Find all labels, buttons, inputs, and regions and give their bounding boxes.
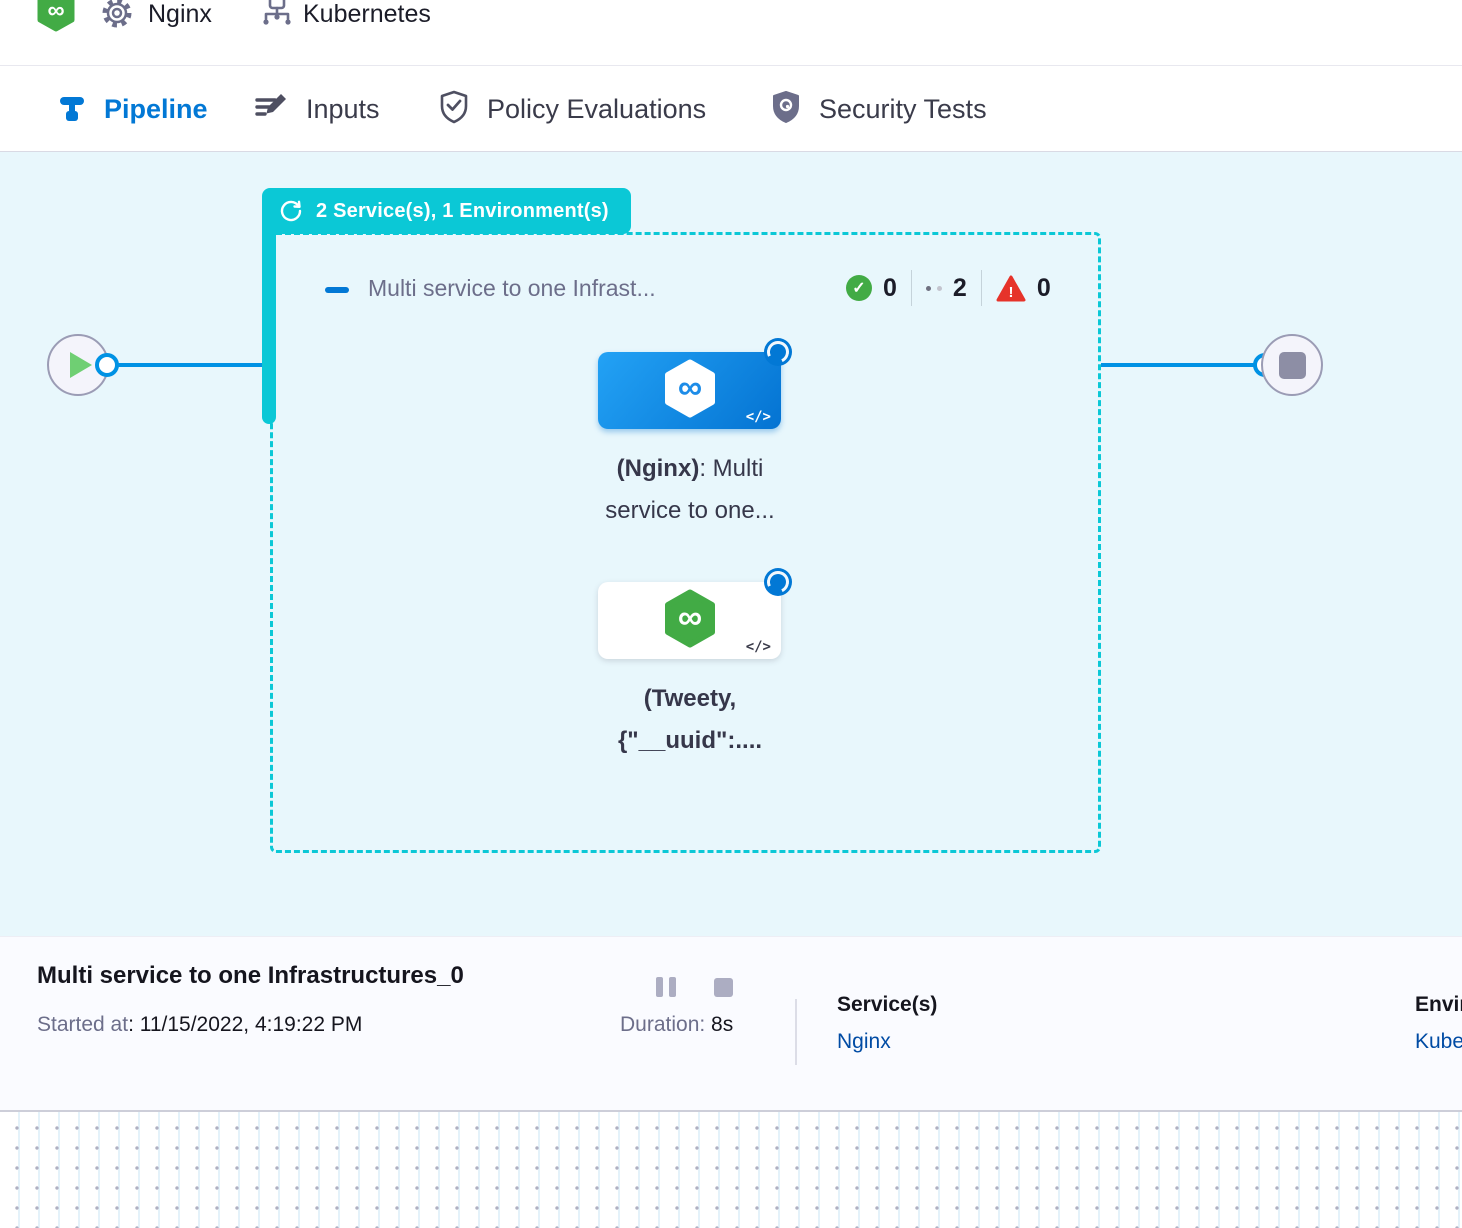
collapse-stage-icon[interactable] [325, 287, 349, 293]
stop-icon [1279, 352, 1306, 379]
duration-value: 8s [705, 1013, 733, 1036]
check-glyph: ✓ [852, 278, 865, 298]
abort-button[interactable] [714, 978, 733, 997]
running-spinner-badge [764, 568, 792, 596]
infinity-glyph: ∞ [677, 598, 701, 636]
edge-start-to-stage [107, 363, 270, 367]
dotted-grid-canvas [0, 1112, 1462, 1228]
breadcrumb: ∞ Nginx Kubernetes [0, 0, 1462, 66]
breadcrumb-environment-name[interactable]: Kubernetes [303, 0, 431, 34]
breadcrumb-service-name[interactable]: Nginx [148, 0, 212, 34]
pipeline-end-node [1261, 334, 1323, 396]
stage-group-badge-label: 2 Service(s), 1 Environment(s) [316, 200, 609, 223]
status-divider [911, 270, 912, 306]
pipeline-icon [57, 89, 87, 130]
node-name-rest: : Multi [699, 455, 763, 482]
node-name-bold: (Nginx) [617, 455, 700, 482]
pipeline-canvas[interactable]: 2 Service(s), 1 Environment(s) Multi ser… [0, 152, 1462, 936]
tab-policy-evaluations[interactable]: Policy Evaluations [438, 66, 706, 152]
services-label: Service(s) [837, 993, 937, 1017]
failed-status-icon: ! [996, 275, 1026, 302]
tab-inputs-label: Inputs [306, 94, 380, 125]
services-value-link[interactable]: Nginx [837, 1030, 937, 1054]
inputs-edit-icon [253, 90, 289, 129]
node-nginx-label: (Nginx): Multi service to one... [545, 448, 835, 532]
tab-pipeline[interactable]: Pipeline [57, 66, 208, 152]
started-at-line: Started at: 11/15/2022, 4:19:22 PM [37, 1013, 362, 1037]
running-status-icon [926, 286, 942, 291]
duration-line: Duration: 8s [620, 1013, 733, 1037]
tab-policy-evaluations-label: Policy Evaluations [487, 94, 706, 125]
duration-label: Duration: [620, 1013, 705, 1036]
tab-bar: Pipeline Inputs Policy Evaluations [0, 66, 1462, 152]
success-count: 0 [883, 274, 897, 303]
running-spinner-badge [764, 338, 792, 366]
edge-stage-to-end [1101, 363, 1264, 367]
footer-divider [795, 999, 797, 1065]
failed-count: 0 [1037, 274, 1051, 303]
infinity-glyph: ∞ [677, 368, 701, 406]
running-count: 2 [953, 274, 967, 303]
code-icon: </> [746, 409, 771, 425]
stage-group-side-bar [262, 212, 276, 424]
node-name-line2: {"__uuid":.... [618, 727, 762, 754]
node-tweety-label: (Tweety, {"__uuid":.... [545, 678, 835, 762]
play-icon [70, 352, 92, 378]
shield-scan-icon [770, 89, 802, 130]
stage-title: Multi service to one Infrast... [368, 275, 656, 302]
service-gear-icon[interactable] [98, 0, 136, 39]
stage-group-badge[interactable]: 2 Service(s), 1 Environment(s) [262, 188, 631, 234]
tab-security-tests[interactable]: Security Tests [770, 66, 987, 152]
tab-pipeline-label: Pipeline [104, 94, 208, 125]
harness-step-icon: ∞ [662, 587, 718, 654]
node-nginx-service[interactable]: ∞ </> [598, 352, 781, 429]
environments-column: Environment(s) Kubernetes [1415, 993, 1462, 1054]
loop-icon [278, 198, 304, 224]
tab-inputs[interactable]: Inputs [253, 66, 380, 152]
start-connector-dot [95, 353, 119, 377]
success-status-icon: ✓ [846, 275, 872, 301]
harness-step-icon: ∞ [662, 357, 718, 424]
execution-details-bar: Multi service to one Infrastructures_0 S… [0, 936, 1462, 1112]
node-name-line2: service to one... [605, 497, 774, 524]
tab-security-tests-label: Security Tests [819, 94, 987, 125]
execution-title: Multi service to one Infrastructures_0 [37, 962, 464, 990]
infinity-glyph: ∞ [47, 0, 64, 24]
environment-cluster-icon[interactable] [258, 0, 296, 39]
shield-check-icon [438, 89, 470, 130]
started-at-value: : 11/15/2022, 4:19:22 PM [128, 1013, 362, 1036]
environments-label: Environment(s) [1415, 993, 1462, 1017]
started-at-label: Started at [37, 1013, 128, 1036]
pipeline-execution-screen: ∞ Nginx Kubernetes [0, 0, 1462, 1228]
stage-status-counts: ✓ 0 2 ! 0 [846, 270, 1051, 306]
services-column: Service(s) Nginx [837, 993, 937, 1054]
node-tweety-service[interactable]: ∞ </> [598, 582, 781, 659]
environments-value-link[interactable]: Kubernetes [1415, 1030, 1462, 1054]
status-divider [981, 270, 982, 306]
node-name-bold: (Tweety, [644, 685, 736, 712]
exclamation-glyph: ! [1008, 284, 1013, 301]
harness-logo-icon: ∞ [36, 0, 76, 39]
pause-button[interactable] [656, 977, 676, 997]
code-icon: </> [746, 639, 771, 655]
